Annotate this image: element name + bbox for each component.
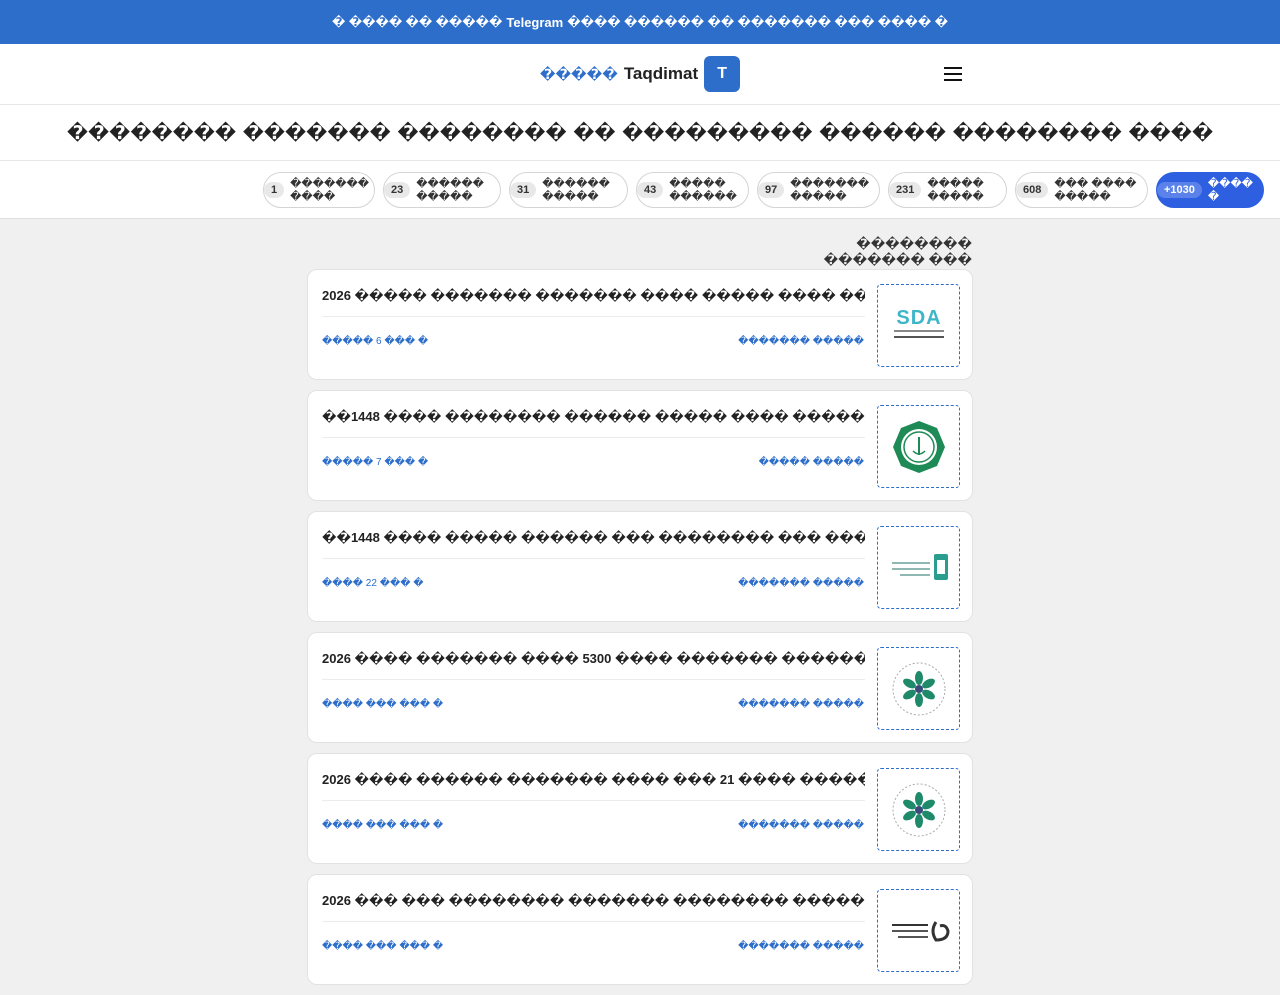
- announcement-brand[interactable]: Telegram: [506, 15, 563, 30]
- filter-chip[interactable]: 31 ������ �����: [509, 172, 628, 208]
- brand-name-english: Taqdimat: [623, 64, 699, 83]
- card-divider: [322, 921, 865, 922]
- job-card-date: ����� 6 ��� �: [322, 336, 429, 347]
- card-divider: [322, 437, 865, 438]
- job-card-status: ����� �����: [758, 457, 864, 468]
- filter-label: ��� ���� �����: [1054, 178, 1137, 203]
- job-card[interactable]: ��1448 ���� �������� ������ ����� ���� �…: [307, 390, 973, 501]
- filter-chip[interactable]: 43 ����� ������: [636, 172, 749, 208]
- sda-logo[interactable]: SDA: [877, 284, 960, 367]
- university-logo[interactable]: [877, 526, 960, 609]
- filter-count-badge: 31: [510, 182, 537, 198]
- filter-count-badge: 23: [384, 182, 411, 198]
- filter-chip[interactable]: 231 ����� �����: [888, 172, 1007, 208]
- filter-count-badge: 97: [758, 182, 785, 198]
- job-card-date: ����� 7 ��� �: [322, 457, 429, 468]
- job-card-date: ���� ��� ��� �: [322, 699, 444, 710]
- card-divider: [322, 316, 865, 317]
- filter-count-badge: 231: [889, 182, 922, 198]
- tvtc-logo[interactable]: [877, 768, 960, 851]
- job-card-title[interactable]: 2026 ���� ������� ���� 5300 ���� �������…: [322, 651, 865, 667]
- page-title: �������� ������� �������� �� ��������� �…: [0, 105, 1280, 161]
- filter-chip[interactable]: 23 ������ �����: [383, 172, 501, 208]
- job-card-status: ������� �����: [738, 820, 864, 831]
- filter-label: ������� ����: [290, 178, 370, 203]
- card-divider: [322, 800, 865, 801]
- tvtc-logo[interactable]: [877, 647, 960, 730]
- announcement-suffix: ���� ������ �� ������� ��� ���� �: [567, 15, 948, 29]
- hamburger-icon[interactable]: [944, 62, 970, 86]
- filter-label: ������� �����: [790, 178, 870, 203]
- filter-label: ������ �����: [416, 178, 484, 203]
- job-card-title[interactable]: 2026 ��� ��� �������� ������� �������� �…: [322, 893, 865, 909]
- job-card-status: ������� �����: [738, 941, 864, 952]
- filter-count-badge: 43: [637, 182, 664, 198]
- job-card-title[interactable]: ��1448 ���� �������� ������ ����� ���� �…: [322, 409, 865, 425]
- filter-chip[interactable]: 1 ������� ����: [263, 172, 375, 208]
- filter-count-badge: 608: [1016, 182, 1049, 198]
- filter-chip[interactable]: +1030 ���� �: [1156, 172, 1264, 208]
- announcement-bar[interactable]: � ���� �� ����� Telegram ���� ������ �� …: [0, 0, 1280, 44]
- card-divider: [322, 679, 865, 680]
- job-card[interactable]: 2026 ���� ������ ������� ���� ��� 21 ���…: [307, 753, 973, 864]
- job-card[interactable]: ��1448 ���� ����� ������ ��� �������� ��…: [307, 511, 973, 622]
- brand-name-arabic: �����: [539, 65, 618, 82]
- brand-mark: T: [704, 56, 741, 92]
- job-card[interactable]: 2026 ��� ��� �������� ������� �������� �…: [307, 874, 973, 985]
- card-divider: [322, 558, 865, 559]
- job-card[interactable]: 2026 ���� ������� ���� 5300 ���� �������…: [307, 632, 973, 743]
- job-list: SDA 2026 ����� ������� ������� ���� �����…: [307, 269, 973, 995]
- announcement-prefix: � ���� �� �����: [332, 15, 503, 29]
- filter-label: ������ �����: [542, 178, 610, 203]
- category-filter-bar: +1030 ���� � 608 ��� ���� ����� 231 ����� ���…: [0, 161, 1280, 219]
- filter-chip[interactable]: 608 ��� ���� �����: [1015, 172, 1148, 208]
- section-title: �������� ������� ���: [823, 236, 972, 267]
- green-seal-logo[interactable]: [877, 405, 960, 488]
- filter-count-badge: 1: [264, 182, 285, 198]
- site-header: ����� Taqdimat T: [0, 44, 1280, 105]
- job-card-status: ������� �����: [738, 699, 864, 710]
- job-card-status: ������� �����: [738, 336, 864, 347]
- filter-count-badge: +1030: [1157, 182, 1202, 198]
- job-card-status: ������� �����: [738, 578, 864, 589]
- job-card-date: ���� 22 ��� �: [322, 578, 424, 589]
- filter-label: ����� ������: [669, 178, 737, 203]
- job-card-date: ���� ��� ��� �: [322, 941, 444, 952]
- svg-text:SDA: SDA: [896, 307, 941, 329]
- job-card-title[interactable]: 2026 ���� ������ ������� ���� ��� 21 ���…: [322, 772, 865, 788]
- job-card[interactable]: SDA 2026 ����� ������� ������� ���� �����…: [307, 269, 973, 380]
- filter-label: ����� �����: [927, 178, 984, 203]
- job-card-title[interactable]: ��1448 ���� ����� ������ ��� �������� ��…: [322, 530, 865, 546]
- filter-label: ���� �: [1207, 178, 1254, 203]
- job-card-title[interactable]: 2026 ����� ������� ������� ���� ����� ��…: [322, 288, 865, 304]
- brand-logo-link[interactable]: ����� Taqdimat T: [539, 56, 741, 92]
- job-card-date: ���� ��� ��� �: [322, 820, 444, 831]
- filter-chip[interactable]: 97 ������� �����: [757, 172, 880, 208]
